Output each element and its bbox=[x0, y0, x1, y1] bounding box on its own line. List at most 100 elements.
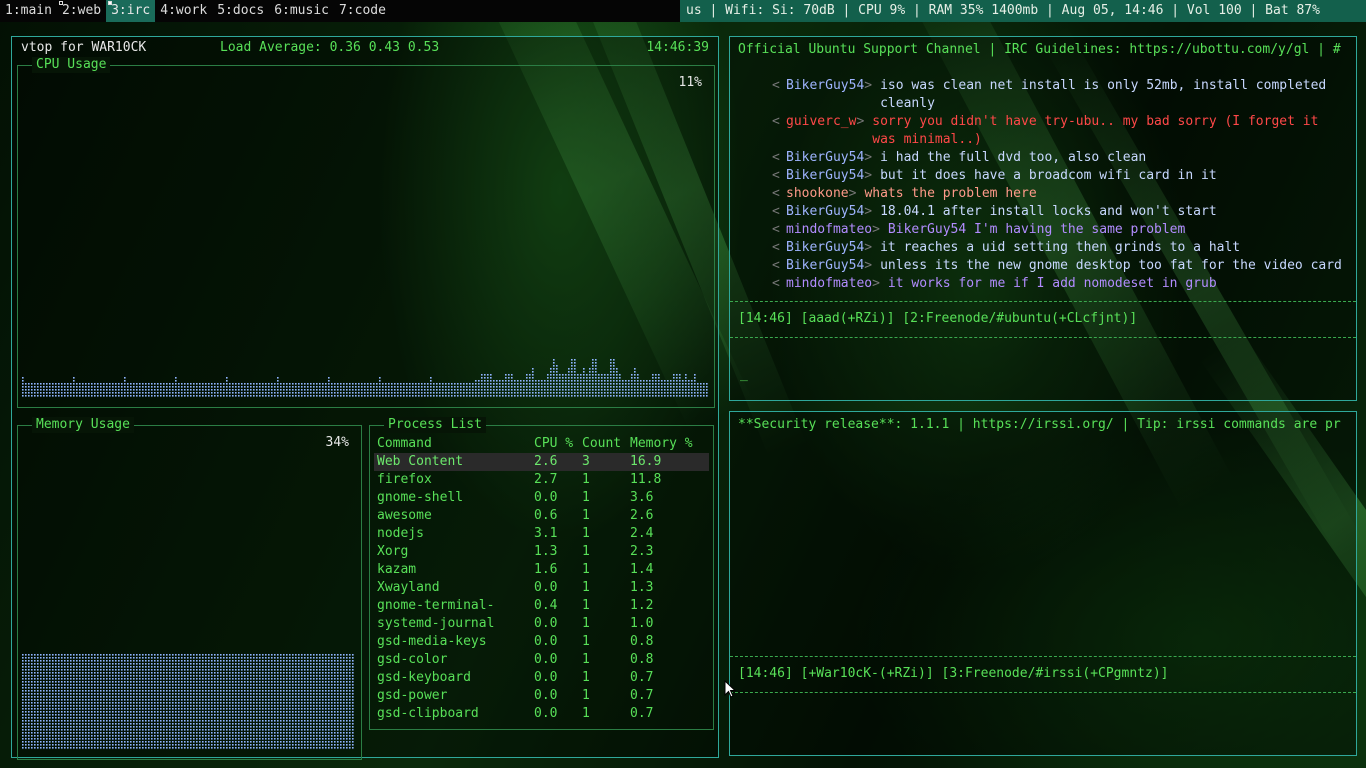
message-nick[interactable]: shookone bbox=[786, 185, 849, 203]
tag-label: 7:code bbox=[338, 3, 386, 18]
irc-message: < BikerGuy54 > but it does have a broadcom … bbox=[772, 167, 1354, 185]
msg-open-bracket: < bbox=[772, 186, 780, 201]
process-row[interactable]: kazam 1.6 1 1.4 bbox=[374, 561, 709, 579]
col-count[interactable]: Count bbox=[582, 435, 630, 453]
process-row[interactable]: gnome-shell 0.0 1 3.6 bbox=[374, 489, 709, 507]
message-text: sorry you didn't have try-ubu.. my bad s… bbox=[872, 114, 1319, 147]
process-row[interactable]: gsd-keyboard 0.0 1 0.7 bbox=[374, 669, 709, 687]
process-cpu: 1.3 bbox=[534, 544, 558, 559]
process-row[interactable]: gsd-color 0.0 1 0.8 bbox=[374, 651, 709, 669]
process-memory: 1.0 bbox=[630, 616, 654, 631]
process-command: gsd-media-keys bbox=[377, 634, 487, 649]
irc-message: < BikerGuy54 > it reaches a uid setting the… bbox=[772, 239, 1354, 257]
process-row[interactable]: systemd-journal 0.0 1 1.0 bbox=[374, 615, 709, 633]
process-cpu: 2.6 bbox=[534, 453, 582, 471]
process-command: gsd-power bbox=[377, 688, 448, 703]
irc-irssi-window[interactable]: **Security release**: 1.1.1 | https://ir… bbox=[729, 411, 1357, 756]
message-nick[interactable]: mindofmateo bbox=[786, 275, 872, 293]
process-row[interactable]: gsd-clipboard 0.0 1 0.7 bbox=[374, 705, 709, 723]
tag-4[interactable]: 4:work bbox=[155, 0, 212, 22]
process-count: 1 bbox=[582, 490, 590, 505]
process-count: 1 bbox=[582, 562, 590, 577]
cpu-usage-panel: CPU Usage 11% bbox=[17, 57, 715, 408]
message-nick[interactable]: guiverc_w bbox=[786, 113, 856, 149]
vtop-window[interactable]: vtop for WAR10CK Load Average: 0.36 0.43… bbox=[11, 36, 719, 760]
irc-message: < BikerGuy54 > i had the full dvd too, also… bbox=[772, 149, 1354, 167]
process-list-title: Process List bbox=[384, 417, 486, 433]
message-nick[interactable]: BikerGuy54 bbox=[786, 167, 864, 185]
process-list-panel[interactable]: Process List Command CPU % Count Memory … bbox=[369, 417, 714, 730]
channel-topic: Official Ubuntu Support Channel | IRC Gu… bbox=[738, 42, 1341, 57]
cpu-usage-percent: 11% bbox=[678, 75, 702, 90]
process-table-header: Command CPU % Count Memory % bbox=[374, 435, 709, 453]
msg-close-bracket: > bbox=[864, 150, 873, 165]
process-row[interactable]: firefox 2.7 1 11.8 bbox=[374, 471, 709, 489]
process-memory: 11.8 bbox=[630, 472, 662, 487]
irc-ubuntu-window[interactable]: Official Ubuntu Support Channel | IRC Gu… bbox=[729, 36, 1357, 401]
process-cpu: 0.0 bbox=[534, 688, 558, 703]
process-row[interactable]: Xorg 1.3 1 2.3 bbox=[374, 543, 709, 561]
message-nick[interactable]: BikerGuy54 bbox=[786, 239, 864, 257]
message-nick[interactable]: mindofmateo bbox=[786, 221, 872, 239]
input-line[interactable]: _ bbox=[740, 367, 748, 382]
process-count: 1 bbox=[582, 688, 590, 703]
irc-statusline: [14:46] [aaad(+RZi)] [2:Freenode/#ubuntu… bbox=[738, 311, 1138, 326]
tag-label: 1:main bbox=[5, 3, 52, 18]
irc-message: < mindofmateo > BikerGuy54 I'm having the s… bbox=[772, 221, 1354, 239]
process-table[interactable]: Command CPU % Count Memory % Web Content… bbox=[374, 435, 709, 723]
msg-open-bracket: < bbox=[772, 222, 780, 237]
process-cpu: 0.0 bbox=[534, 616, 558, 631]
message-nick[interactable]: BikerGuy54 bbox=[786, 257, 864, 275]
process-row[interactable]: Web Content 2.6 3 16.9 bbox=[374, 453, 709, 471]
client-indicator-icon bbox=[58, 1, 63, 5]
col-cpu[interactable]: CPU % bbox=[534, 435, 582, 453]
irc-message: < BikerGuy54 > unless its the new gnome des… bbox=[772, 257, 1354, 275]
tag-6[interactable]: 6:music bbox=[269, 0, 334, 22]
tag-2[interactable]: 2:web bbox=[57, 0, 106, 22]
message-text: it works for me if I add nomodeset in gr… bbox=[887, 276, 1217, 291]
process-memory: 2.6 bbox=[630, 508, 654, 523]
process-cpu: 3.1 bbox=[534, 526, 558, 541]
message-nick[interactable]: BikerGuy54 bbox=[786, 203, 864, 221]
message-text: BikerGuy54 I'm having the same problem bbox=[887, 222, 1186, 237]
message-text: iso was clean net install is only 52mb, … bbox=[880, 78, 1327, 111]
tag-label: 2:web bbox=[61, 3, 102, 18]
memory-usage-panel: Memory Usage 34% bbox=[17, 417, 362, 760]
msg-close-bracket: > bbox=[872, 276, 880, 291]
msg-open-bracket: < bbox=[772, 78, 780, 93]
process-row[interactable]: gnome-terminal- 0.4 1 1.2 bbox=[374, 597, 709, 615]
memory-usage-percent: 34% bbox=[325, 435, 349, 450]
process-count: 1 bbox=[582, 472, 590, 487]
process-command: Web Content bbox=[374, 453, 534, 471]
msg-close-bracket: > bbox=[864, 168, 873, 183]
tag-1[interactable]: 1:main bbox=[0, 0, 57, 22]
cpu-usage-graph bbox=[22, 359, 708, 397]
tag-5[interactable]: 5:docs bbox=[212, 0, 269, 22]
message-nick[interactable]: BikerGuy54 bbox=[786, 77, 864, 113]
tag-7[interactable]: 7:code bbox=[334, 0, 391, 22]
process-row[interactable]: nodejs 3.1 1 2.4 bbox=[374, 525, 709, 543]
process-count: 1 bbox=[582, 634, 590, 649]
process-row[interactable]: Xwayland 0.0 1 1.3 bbox=[374, 579, 709, 597]
msg-open-bracket: < bbox=[772, 150, 780, 165]
tag-label: 6:music bbox=[274, 3, 329, 18]
process-row[interactable]: gsd-media-keys 0.0 1 0.8 bbox=[374, 633, 709, 651]
tag-3[interactable]: 3:irc bbox=[106, 0, 156, 22]
load-average: Load Average: 0.36 0.43 0.53 bbox=[220, 40, 440, 55]
process-memory: 1.4 bbox=[630, 562, 654, 577]
process-row[interactable]: gsd-power 0.0 1 0.7 bbox=[374, 687, 709, 705]
process-cpu: 0.0 bbox=[534, 652, 558, 667]
message-text: unless its the new gnome desktop too fat… bbox=[880, 258, 1342, 273]
col-memory[interactable]: Memory % bbox=[630, 435, 709, 453]
memory-usage-title: Memory Usage bbox=[32, 417, 134, 433]
col-command[interactable]: Command bbox=[374, 435, 534, 453]
cpu-usage-title: CPU Usage bbox=[32, 57, 111, 73]
process-command: gsd-color bbox=[377, 652, 448, 667]
process-memory: 0.8 bbox=[630, 634, 654, 649]
process-row[interactable]: awesome 0.6 1 2.6 bbox=[374, 507, 709, 525]
message-nick[interactable]: BikerGuy54 bbox=[786, 149, 864, 167]
process-memory: 3.6 bbox=[630, 490, 654, 505]
status-bar-text: us | Wifi: Si: 70dB | CPU 9% | RAM 35% 1… bbox=[680, 0, 1366, 22]
process-cpu: 2.7 bbox=[534, 472, 558, 487]
tag-label: 4:work bbox=[160, 3, 208, 18]
